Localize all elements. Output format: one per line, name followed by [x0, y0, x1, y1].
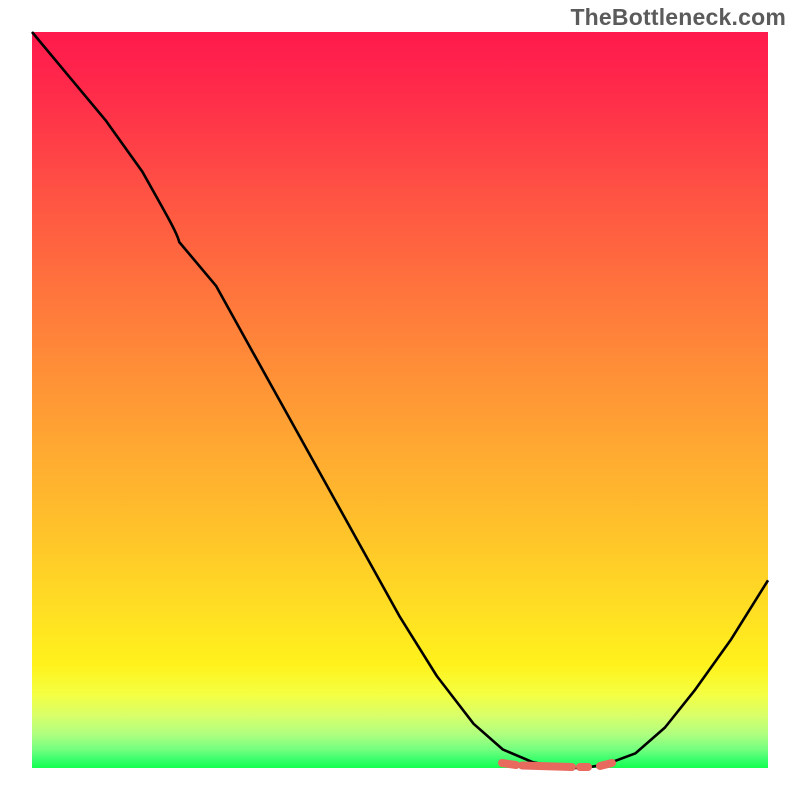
plot-area — [32, 32, 768, 768]
bottleneck-curve-svg — [32, 32, 768, 768]
bottleneck-curve-path — [32, 32, 768, 768]
chart-container: TheBottleneck.com — [0, 0, 800, 800]
watermark-text: TheBottleneck.com — [570, 4, 786, 31]
